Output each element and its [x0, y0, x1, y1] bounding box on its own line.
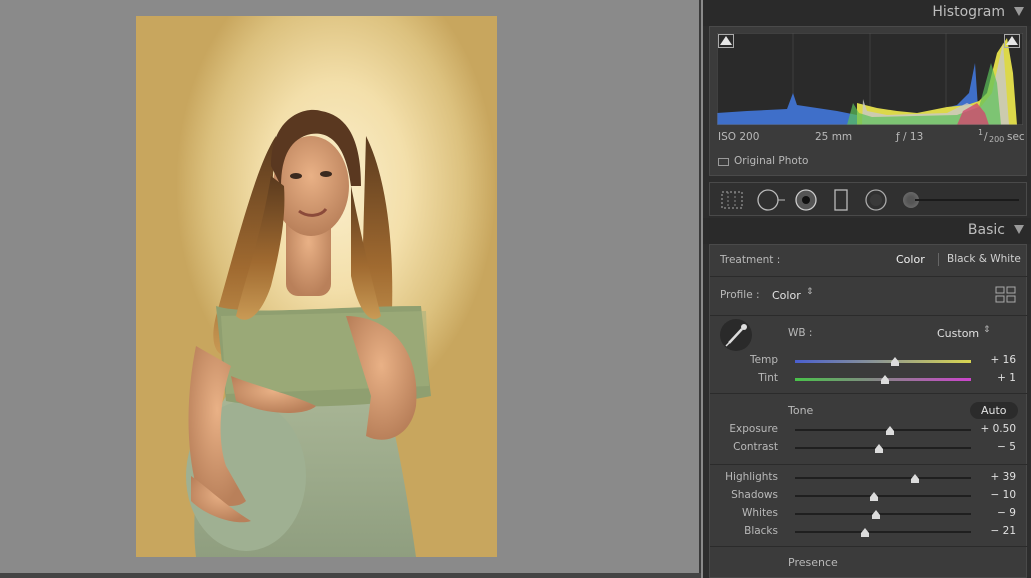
wb-eyedropper-icon [725, 324, 747, 347]
histogram-header[interactable]: Histogram [703, 0, 1031, 26]
wb-stepper-icon[interactable]: ⇕ [983, 325, 991, 335]
crop-overlay-icon[interactable] [720, 189, 744, 211]
basic-panel: Treatment : Color Black & White Profile … [709, 244, 1028, 578]
treatment-label: Treatment : [720, 254, 781, 266]
highlights-slider-track[interactable] [795, 477, 971, 479]
filmstrip-edge [0, 573, 701, 578]
blacks-label: Blacks [744, 525, 778, 537]
divider [710, 464, 1028, 465]
tint-value[interactable]: + 1 [972, 372, 1016, 384]
profile-browser-icon[interactable] [995, 286, 1017, 304]
spot-removal-icon[interactable] [757, 188, 787, 212]
slider-handle-base[interactable] [880, 380, 889, 384]
tint-label: Tint [758, 372, 778, 384]
temp-label: Temp [750, 354, 778, 366]
wb-dropdown[interactable]: Custom [937, 327, 979, 340]
contrast-label: Contrast [733, 441, 778, 453]
original-photo-checkbox[interactable] [718, 158, 729, 166]
iso-value: ISO 200 [718, 131, 760, 143]
exposure-value[interactable]: + 0.50 [972, 423, 1016, 435]
wb-label: WB : [788, 327, 813, 339]
temp-value[interactable]: + 16 [972, 354, 1017, 366]
aperture-value: ƒ / 13 [896, 131, 924, 143]
profile-label: Profile : [720, 289, 760, 301]
shadows-slider-track[interactable] [795, 495, 971, 497]
histogram-graph [717, 33, 1023, 125]
slider-handle-base[interactable] [886, 431, 895, 435]
slider-handle-base[interactable] [891, 362, 900, 366]
highlight-clipping-icon[interactable] [1006, 36, 1018, 45]
histogram-title: Histogram [932, 4, 1005, 20]
temp-slider-track[interactable] [795, 360, 971, 363]
slider-handle-base[interactable] [870, 497, 879, 501]
divider [710, 315, 1028, 316]
whites-value[interactable]: − 9 [972, 507, 1016, 519]
histogram-panel: ISO 200 25 mm ƒ / 13 1 / 200 sec Origina… [709, 26, 1027, 176]
divider [710, 393, 1028, 394]
exposure-label: Exposure [729, 423, 778, 435]
basic-title: Basic [967, 222, 1005, 238]
presence-label: Presence [788, 556, 838, 569]
divider [710, 276, 1028, 277]
shadows-value[interactable]: − 10 [972, 489, 1017, 501]
blacks-value[interactable]: − 21 [972, 525, 1017, 537]
tool-strip [709, 182, 1027, 216]
shutter-slash: / [984, 131, 988, 143]
shadows-label: Shadows [731, 489, 778, 501]
contrast-value[interactable]: − 5 [972, 441, 1016, 453]
tone-label: Tone [788, 404, 814, 417]
wb-eyedropper-button[interactable] [720, 319, 752, 351]
shutter-denominator: 200 [989, 135, 1005, 144]
shutter-unit: sec [1007, 131, 1025, 143]
collapse-triangle-icon[interactable] [1014, 225, 1024, 234]
slider-handle-base[interactable] [861, 533, 870, 537]
radial-filter-icon[interactable] [864, 188, 888, 212]
treatment-bw-button[interactable]: Black & White [947, 253, 1021, 265]
shadow-clipping-button[interactable] [718, 34, 734, 48]
auto-tone-button[interactable]: Auto [970, 402, 1018, 419]
blacks-slider-track[interactable] [795, 531, 971, 533]
exposure-slider-track[interactable] [795, 429, 971, 431]
collapse-triangle-icon[interactable] [1014, 7, 1024, 16]
slider-handle-base[interactable] [875, 449, 884, 453]
divider [710, 546, 1028, 547]
develop-right-panel: Histogram ISO 200 25 mm ƒ / 13 1 / 200 s… [703, 0, 1031, 578]
treatment-separator [938, 253, 939, 266]
focal-length: 25 mm [815, 131, 853, 143]
profile-dropdown[interactable]: Color [772, 289, 801, 302]
whites-label: Whites [741, 507, 778, 519]
highlights-label: Highlights [725, 471, 778, 483]
auto-label: Auto [981, 404, 1007, 417]
original-photo-label: Original Photo [734, 155, 809, 167]
photo-canvas [0, 0, 701, 578]
shutter-numerator: 1 [978, 128, 984, 137]
profile-stepper-icon[interactable]: ⇕ [806, 287, 814, 297]
treatment-color-button[interactable]: Color [896, 253, 925, 266]
basic-header[interactable]: Basic [703, 218, 1031, 244]
portrait-image [186, 109, 431, 557]
slider-handle-base[interactable] [871, 515, 880, 519]
red-eye-icon[interactable] [794, 188, 818, 212]
highlights-value[interactable]: + 39 [972, 471, 1017, 483]
brush-size-track[interactable] [915, 199, 1019, 201]
whites-slider-track[interactable] [795, 513, 971, 515]
graduated-filter-icon[interactable] [832, 188, 850, 212]
preview-photo[interactable] [136, 16, 497, 557]
slider-handle-base[interactable] [910, 479, 919, 483]
